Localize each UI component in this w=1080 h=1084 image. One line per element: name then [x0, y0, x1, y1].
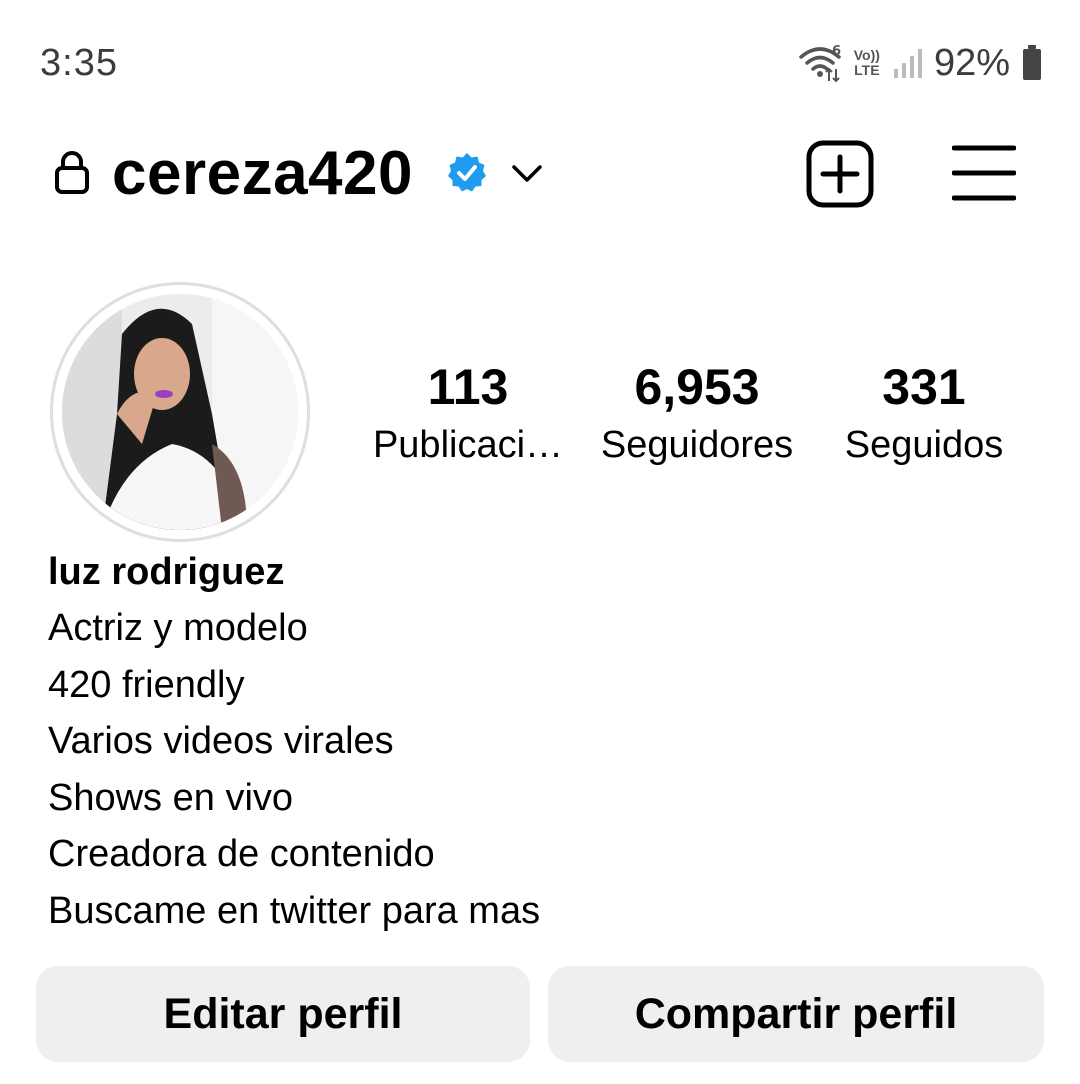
svg-text:6: 6	[832, 44, 841, 59]
bio-line: Varios videos virales	[48, 720, 394, 762]
username[interactable]: cereza420	[112, 138, 413, 209]
battery-percent: 92%	[933, 41, 1010, 84]
chevron-down-icon[interactable]	[510, 158, 544, 188]
status-time: 3:35	[40, 42, 118, 84]
stat-posts[interactable]: 113 Publicaci…	[368, 358, 568, 467]
bio-line: Actriz y modelo	[48, 607, 308, 649]
battery-icon	[1023, 45, 1041, 80]
bio-line: Creadora de contenido	[48, 833, 435, 875]
edit-profile-button[interactable]: Editar perfil	[36, 966, 530, 1062]
signal-icon	[893, 49, 922, 78]
avatar[interactable]	[62, 294, 298, 530]
bio-line: 420 friendly	[48, 663, 245, 706]
verified-badge-icon	[448, 153, 486, 192]
bio-line: Buscame en twitter para mas	[48, 889, 541, 932]
wifi-icon: 6	[799, 44, 841, 83]
profile-bio: luz rodriguez Actriz y modelo 420 friend…	[48, 544, 1028, 939]
hamburger-menu-icon[interactable]	[952, 144, 1016, 202]
profile-header: cereza420	[0, 130, 1080, 220]
stat-followers[interactable]: 6,953 Seguidores	[592, 358, 802, 467]
status-icons: 6 Vo)) LTE 92%	[798, 40, 1042, 86]
status-bar: 3:35 6 Vo)) LTE 92%	[0, 0, 1080, 120]
share-profile-button[interactable]: Compartir perfil	[548, 966, 1044, 1062]
lock-icon	[55, 151, 89, 194]
stat-following[interactable]: 331 Seguidos	[826, 358, 1022, 467]
add-post-icon[interactable]	[806, 140, 874, 208]
avatar-photo	[62, 294, 298, 530]
bio-line: Shows en vivo	[48, 776, 294, 819]
followers-count: 6,953	[634, 359, 760, 415]
display-name: luz rodriguez	[48, 551, 285, 593]
posts-label: Publicaci…	[372, 424, 564, 466]
following-label: Seguidos	[844, 424, 1004, 466]
posts-count: 113	[427, 359, 509, 415]
following-count: 331	[882, 359, 966, 415]
followers-label: Seguidores	[600, 424, 794, 466]
volte-icon: Vo)) LTE	[853, 47, 880, 78]
